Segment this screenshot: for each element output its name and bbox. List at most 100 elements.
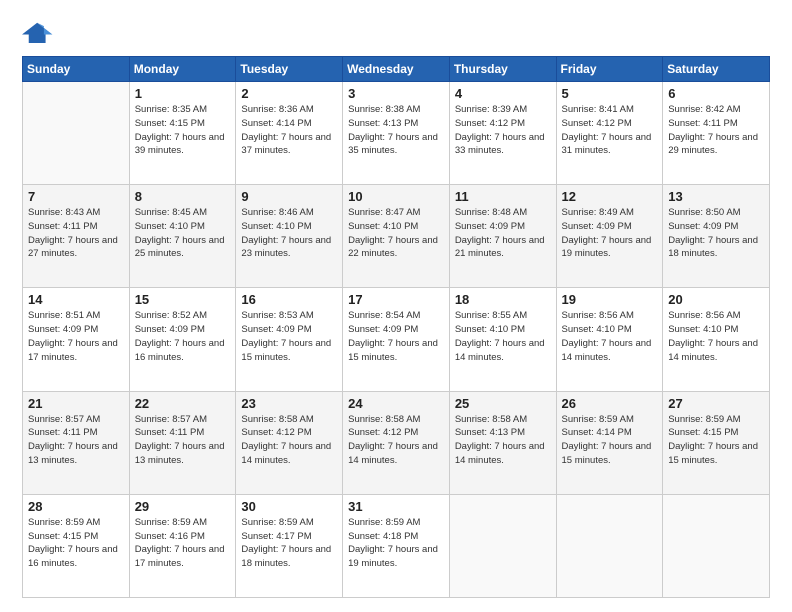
day-info: Sunrise: 8:57 AMSunset: 4:11 PMDaylight:…	[135, 413, 231, 468]
calendar-cell: 21 Sunrise: 8:57 AMSunset: 4:11 PMDayligh…	[23, 391, 130, 494]
day-number: 4	[455, 86, 551, 101]
logo-icon	[22, 18, 54, 46]
calendar-cell: 15 Sunrise: 8:52 AMSunset: 4:09 PMDayligh…	[129, 288, 236, 391]
day-number: 31	[348, 499, 444, 514]
calendar-cell: 16 Sunrise: 8:53 AMSunset: 4:09 PMDayligh…	[236, 288, 343, 391]
day-info: Sunrise: 8:36 AMSunset: 4:14 PMDaylight:…	[241, 103, 337, 158]
day-info: Sunrise: 8:42 AMSunset: 4:11 PMDaylight:…	[668, 103, 764, 158]
calendar-cell: 14 Sunrise: 8:51 AMSunset: 4:09 PMDayligh…	[23, 288, 130, 391]
page: SundayMondayTuesdayWednesdayThursdayFrid…	[0, 0, 792, 612]
day-number: 15	[135, 292, 231, 307]
day-info: Sunrise: 8:57 AMSunset: 4:11 PMDaylight:…	[28, 413, 124, 468]
day-number: 28	[28, 499, 124, 514]
calendar-cell: 8 Sunrise: 8:45 AMSunset: 4:10 PMDaylight…	[129, 185, 236, 288]
day-info: Sunrise: 8:53 AMSunset: 4:09 PMDaylight:…	[241, 309, 337, 364]
day-info: Sunrise: 8:55 AMSunset: 4:10 PMDaylight:…	[455, 309, 551, 364]
day-number: 20	[668, 292, 764, 307]
day-number: 13	[668, 189, 764, 204]
calendar-cell: 20 Sunrise: 8:56 AMSunset: 4:10 PMDayligh…	[663, 288, 770, 391]
calendar-cell: 29 Sunrise: 8:59 AMSunset: 4:16 PMDayligh…	[129, 494, 236, 597]
day-number: 22	[135, 396, 231, 411]
day-number: 26	[562, 396, 658, 411]
day-number: 21	[28, 396, 124, 411]
day-number: 7	[28, 189, 124, 204]
calendar-cell: 12Sunrise: 8:49 AMSunset: 4:09 PMDayligh…	[556, 185, 663, 288]
day-info: Sunrise: 8:54 AMSunset: 4:09 PMDaylight:…	[348, 309, 444, 364]
calendar-cell: 7 Sunrise: 8:43 AMSunset: 4:11 PMDaylight…	[23, 185, 130, 288]
calendar-cell: 6Sunrise: 8:42 AMSunset: 4:11 PMDaylight…	[663, 82, 770, 185]
day-number: 8	[135, 189, 231, 204]
day-info: Sunrise: 8:52 AMSunset: 4:09 PMDaylight:…	[135, 309, 231, 364]
day-info: Sunrise: 8:58 AMSunset: 4:13 PMDaylight:…	[455, 413, 551, 468]
calendar-cell: 11 Sunrise: 8:48 AMSunset: 4:09 PMDayligh…	[449, 185, 556, 288]
calendar-cell: 13Sunrise: 8:50 AMSunset: 4:09 PMDayligh…	[663, 185, 770, 288]
calendar-cell: 27Sunrise: 8:59 AMSunset: 4:15 PMDayligh…	[663, 391, 770, 494]
day-info: Sunrise: 8:48 AMSunset: 4:09 PMDaylight:…	[455, 206, 551, 261]
day-info: Sunrise: 8:56 AMSunset: 4:10 PMDaylight:…	[668, 309, 764, 364]
day-info: Sunrise: 8:41 AMSunset: 4:12 PMDaylight:…	[562, 103, 658, 158]
calendar-cell	[663, 494, 770, 597]
day-info: Sunrise: 8:59 AMSunset: 4:15 PMDaylight:…	[668, 413, 764, 468]
calendar-cell: 2 Sunrise: 8:36 AMSunset: 4:14 PMDaylight…	[236, 82, 343, 185]
calendar-cell: 22 Sunrise: 8:57 AMSunset: 4:11 PMDayligh…	[129, 391, 236, 494]
day-number: 1	[135, 86, 231, 101]
day-number: 16	[241, 292, 337, 307]
day-info: Sunrise: 8:49 AMSunset: 4:09 PMDaylight:…	[562, 206, 658, 261]
week-row-1: 7 Sunrise: 8:43 AMSunset: 4:11 PMDaylight…	[23, 185, 770, 288]
calendar-cell: 17 Sunrise: 8:54 AMSunset: 4:09 PMDayligh…	[343, 288, 450, 391]
calendar-cell: 25 Sunrise: 8:58 AMSunset: 4:13 PMDayligh…	[449, 391, 556, 494]
logo	[22, 18, 58, 46]
week-row-2: 14 Sunrise: 8:51 AMSunset: 4:09 PMDayligh…	[23, 288, 770, 391]
day-info: Sunrise: 8:59 AMSunset: 4:14 PMDaylight:…	[562, 413, 658, 468]
day-number: 3	[348, 86, 444, 101]
day-info: Sunrise: 8:51 AMSunset: 4:09 PMDaylight:…	[28, 309, 124, 364]
day-number: 29	[135, 499, 231, 514]
calendar-cell: 30 Sunrise: 8:59 AMSunset: 4:17 PMDayligh…	[236, 494, 343, 597]
calendar-cell	[23, 82, 130, 185]
calendar-cell: 1 Sunrise: 8:35 AMSunset: 4:15 PMDaylight…	[129, 82, 236, 185]
header	[22, 18, 770, 46]
weekday-header-saturday: Saturday	[663, 57, 770, 82]
week-row-4: 28 Sunrise: 8:59 AMSunset: 4:15 PMDayligh…	[23, 494, 770, 597]
day-info: Sunrise: 8:47 AMSunset: 4:10 PMDaylight:…	[348, 206, 444, 261]
day-number: 19	[562, 292, 658, 307]
day-number: 17	[348, 292, 444, 307]
calendar-cell	[449, 494, 556, 597]
calendar-cell: 26 Sunrise: 8:59 AMSunset: 4:14 PMDayligh…	[556, 391, 663, 494]
day-number: 2	[241, 86, 337, 101]
calendar-table: SundayMondayTuesdayWednesdayThursdayFrid…	[22, 56, 770, 598]
weekday-header-sunday: Sunday	[23, 57, 130, 82]
day-info: Sunrise: 8:38 AMSunset: 4:13 PMDaylight:…	[348, 103, 444, 158]
day-info: Sunrise: 8:58 AMSunset: 4:12 PMDaylight:…	[241, 413, 337, 468]
day-number: 11	[455, 189, 551, 204]
day-info: Sunrise: 8:46 AMSunset: 4:10 PMDaylight:…	[241, 206, 337, 261]
day-info: Sunrise: 8:35 AMSunset: 4:15 PMDaylight:…	[135, 103, 231, 158]
day-info: Sunrise: 8:43 AMSunset: 4:11 PMDaylight:…	[28, 206, 124, 261]
calendar-cell: 28 Sunrise: 8:59 AMSunset: 4:15 PMDayligh…	[23, 494, 130, 597]
calendar-cell: 5 Sunrise: 8:41 AMSunset: 4:12 PMDaylight…	[556, 82, 663, 185]
day-info: Sunrise: 8:39 AMSunset: 4:12 PMDaylight:…	[455, 103, 551, 158]
day-number: 14	[28, 292, 124, 307]
calendar-cell: 19 Sunrise: 8:56 AMSunset: 4:10 PMDayligh…	[556, 288, 663, 391]
calendar-cell: 3 Sunrise: 8:38 AMSunset: 4:13 PMDaylight…	[343, 82, 450, 185]
day-info: Sunrise: 8:58 AMSunset: 4:12 PMDaylight:…	[348, 413, 444, 468]
day-info: Sunrise: 8:56 AMSunset: 4:10 PMDaylight:…	[562, 309, 658, 364]
day-number: 10	[348, 189, 444, 204]
calendar-cell: 4 Sunrise: 8:39 AMSunset: 4:12 PMDaylight…	[449, 82, 556, 185]
calendar-cell: 24 Sunrise: 8:58 AMSunset: 4:12 PMDayligh…	[343, 391, 450, 494]
week-row-0: 1 Sunrise: 8:35 AMSunset: 4:15 PMDaylight…	[23, 82, 770, 185]
weekday-header-friday: Friday	[556, 57, 663, 82]
day-number: 5	[562, 86, 658, 101]
week-row-3: 21 Sunrise: 8:57 AMSunset: 4:11 PMDayligh…	[23, 391, 770, 494]
day-number: 25	[455, 396, 551, 411]
day-info: Sunrise: 8:59 AMSunset: 4:16 PMDaylight:…	[135, 516, 231, 571]
day-number: 24	[348, 396, 444, 411]
day-info: Sunrise: 8:59 AMSunset: 4:15 PMDaylight:…	[28, 516, 124, 571]
day-number: 18	[455, 292, 551, 307]
calendar-cell: 18 Sunrise: 8:55 AMSunset: 4:10 PMDayligh…	[449, 288, 556, 391]
day-number: 30	[241, 499, 337, 514]
day-info: Sunrise: 8:59 AMSunset: 4:17 PMDaylight:…	[241, 516, 337, 571]
day-info: Sunrise: 8:45 AMSunset: 4:10 PMDaylight:…	[135, 206, 231, 261]
day-info: Sunrise: 8:59 AMSunset: 4:18 PMDaylight:…	[348, 516, 444, 571]
calendar-cell	[556, 494, 663, 597]
